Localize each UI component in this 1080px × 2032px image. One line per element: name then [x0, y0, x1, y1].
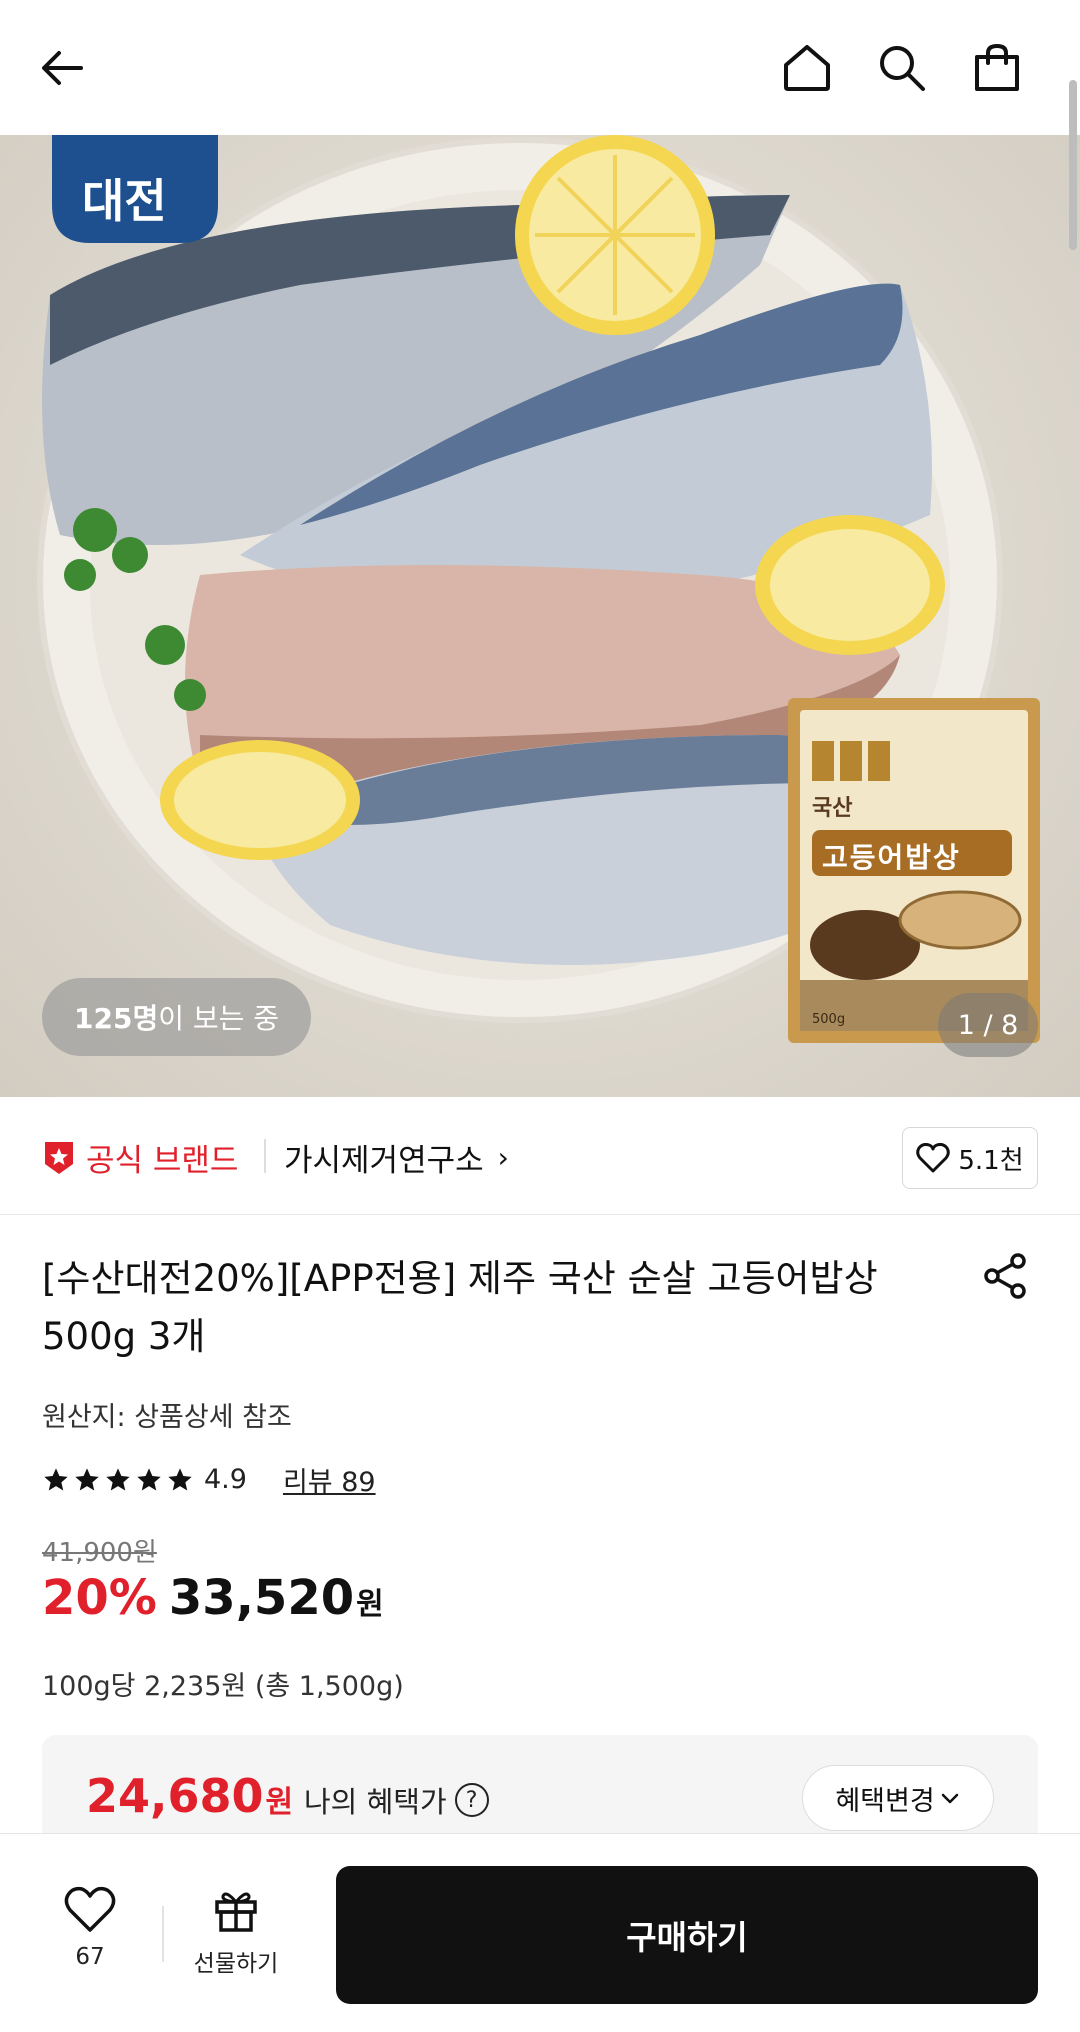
chevron-down-icon — [941, 1793, 958, 1804]
brand-name: 가시제거연구소 — [284, 1143, 484, 1179]
benefit-label: 나의 혜택가 — [304, 1785, 447, 1819]
search-button[interactable] — [870, 36, 934, 100]
change-benefit-label: 혜택변경 — [835, 1785, 935, 1817]
rating-value: 4.9 — [204, 1464, 247, 1495]
viewers-suffix: 이 보는 중 — [158, 1002, 280, 1035]
price-row: 20% 33,520 원 — [42, 1570, 384, 1626]
home-button[interactable] — [775, 36, 839, 100]
original-price: 41,900원 — [42, 1538, 157, 1568]
product-photo — [37, 135, 1040, 1043]
image-page-indicator: 1 / 8 — [938, 993, 1038, 1057]
home-icon — [784, 45, 830, 91]
benefit-price-value: 24,680 — [86, 1769, 264, 1823]
promo-badge: 대전 — [82, 174, 167, 228]
reviews-link[interactable]: 리뷰 89 — [283, 1460, 376, 1499]
change-benefit-button[interactable]: 혜택변경 — [802, 1765, 994, 1831]
brand-row: 공식 브랜드 가시제거연구소 › 5.1천 — [0, 1097, 1080, 1215]
benefit-price: 24,680 원 — [86, 1769, 293, 1823]
brand-like-button[interactable]: 5.1천 — [902, 1127, 1038, 1189]
scrollbar[interactable] — [1069, 80, 1077, 250]
shopping-bag-button[interactable] — [965, 36, 1029, 100]
divider — [264, 1139, 266, 1173]
share-button[interactable] — [978, 1248, 1034, 1304]
star-icon — [137, 1467, 161, 1490]
origin-info: 원산지: 상품상세 참조 — [42, 1402, 292, 1433]
help-icon[interactable]: ? — [454, 1783, 489, 1817]
viewers-count: 125명 — [74, 1002, 159, 1035]
package-label-title: 고등어밥상 — [822, 841, 961, 874]
package-weight: 500g — [812, 1012, 846, 1027]
divider — [162, 1906, 164, 1962]
official-brand-badge: 공식 브랜드 — [42, 1135, 238, 1180]
heart-icon — [916, 1143, 951, 1173]
back-button[interactable] — [30, 36, 94, 100]
benefit-label-row: 나의 혜택가 ? — [304, 1779, 489, 1821]
viewers-badge: 125명 이 보는 중 — [42, 978, 312, 1056]
star-icon — [75, 1467, 99, 1490]
sale-price: 33,520 — [168, 1570, 355, 1626]
brand-like-count: 5.1천 — [958, 1145, 1024, 1176]
buy-button[interactable]: 구매하기 — [336, 1866, 1038, 2004]
official-star-icon — [45, 1141, 73, 1174]
search-icon — [880, 46, 925, 91]
brand-link[interactable]: 가시제거연구소 › — [284, 1135, 509, 1180]
shopping-bag-icon — [975, 43, 1019, 91]
product-title: [수산대전20%][APP전용] 제주 국산 순살 고등어밥상 500g 3개 — [42, 1257, 878, 1358]
back-arrow-icon — [42, 51, 83, 85]
gift-label: 선물하기 — [193, 1951, 279, 1977]
share-icon — [984, 1253, 1026, 1299]
package-label-small: 국산 — [812, 796, 853, 821]
benefit-price-unit: 원 — [265, 1785, 294, 1820]
star-icon — [44, 1467, 68, 1490]
product-image-carousel[interactable]: 대전 국산 고등어밥상 500g 125명 이 보는 중 1 / 8 — [0, 135, 1080, 1097]
top-app-bar — [0, 0, 1080, 135]
chevron-right-icon: › — [497, 1141, 509, 1174]
unit-price: 100g당 2,235원 (총 1,500g) — [42, 1671, 404, 1702]
star-icon — [106, 1467, 130, 1490]
discount-rate: 20% — [42, 1570, 157, 1626]
price-unit: 원 — [356, 1587, 384, 1622]
rating-row: 4.9 리뷰 89 — [42, 1460, 376, 1499]
star-icon — [168, 1467, 192, 1490]
heart-icon — [64, 1886, 116, 1932]
gift-icon — [215, 1892, 257, 1932]
star-rating — [42, 1466, 194, 1494]
bottom-action-bar: 67 선물하기 구매하기 — [0, 1833, 1080, 2032]
gift-button[interactable]: 선물하기 — [186, 1886, 286, 1978]
wishlist-button[interactable]: 67 — [40, 1886, 140, 1970]
wishlist-count: 67 — [75, 1944, 105, 1970]
official-brand-label: 공식 브랜드 — [86, 1143, 239, 1179]
